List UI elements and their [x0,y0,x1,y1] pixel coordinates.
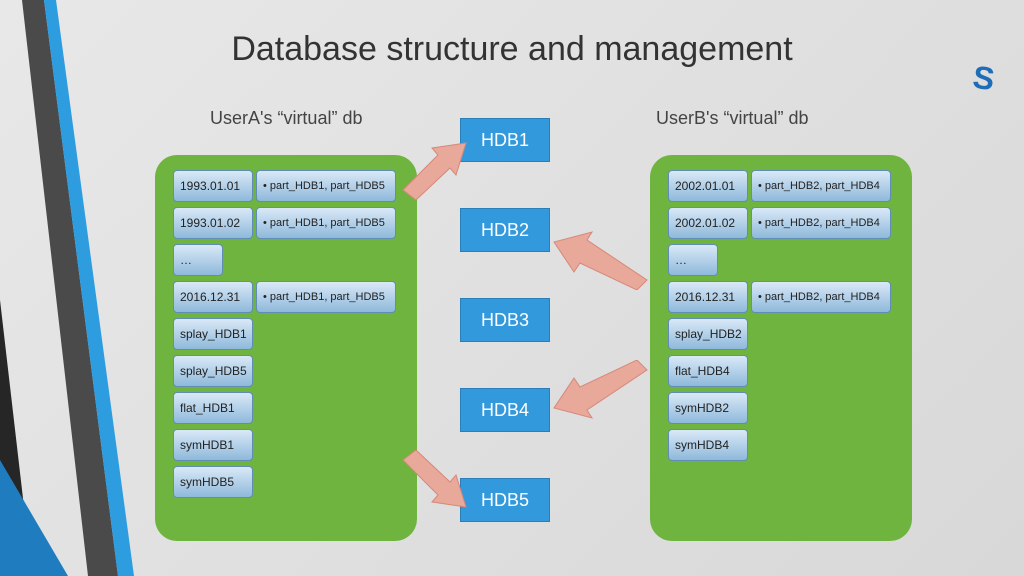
userb-date-3: 2016.12.31 [668,281,748,313]
usera-desc-3: • part_HDB1, part_HDB5 [256,281,396,313]
usera-date-2: … [173,244,223,276]
slide-title: Database structure and management [0,30,1024,69]
usera-date-1: 1993.01.02 [173,207,253,239]
userb-desc-3: • part_HDB2, part_HDB4 [751,281,891,313]
userb-desc-1: • part_HDB2, part_HDB4 [751,207,891,239]
usera-item-1: splay_HDB5 [173,355,253,387]
arrow-userb-hdb4 [552,360,652,420]
hdb-box-4: HDB4 [460,388,550,432]
logo-icon: S [970,59,996,99]
usera-subtitle: UserA's “virtual” db [210,108,362,129]
userb-item-3: symHDB4 [668,429,748,461]
userb-date-2: … [668,244,718,276]
hdb-box-2: HDB2 [460,208,550,252]
userb-subtitle: UserB's “virtual” db [656,108,808,129]
usera-item-3: symHDB1 [173,429,253,461]
userb-item-1: flat_HDB4 [668,355,748,387]
usera-date-3: 2016.12.31 [173,281,253,313]
usera-item-0: splay_HDB1 [173,318,253,350]
userb-desc-0: • part_HDB2, part_HDB4 [751,170,891,202]
hdb-box-3: HDB3 [460,298,550,342]
userb-item-2: symHDB2 [668,392,748,424]
usera-item-2: flat_HDB1 [173,392,253,424]
usera-date-0: 1993.01.01 [173,170,253,202]
usera-item-4: symHDB5 [173,466,253,498]
userb-item-0: splay_HDB2 [668,318,748,350]
usera-desc-0: • part_HDB1, part_HDB5 [256,170,396,202]
arrow-userb-hdb2 [552,230,652,290]
userb-date-0: 2002.01.01 [668,170,748,202]
hdb-box-5: HDB5 [460,478,550,522]
hdb-box-1: HDB1 [460,118,550,162]
usera-desc-1: • part_HDB1, part_HDB5 [256,207,396,239]
userb-date-1: 2002.01.02 [668,207,748,239]
